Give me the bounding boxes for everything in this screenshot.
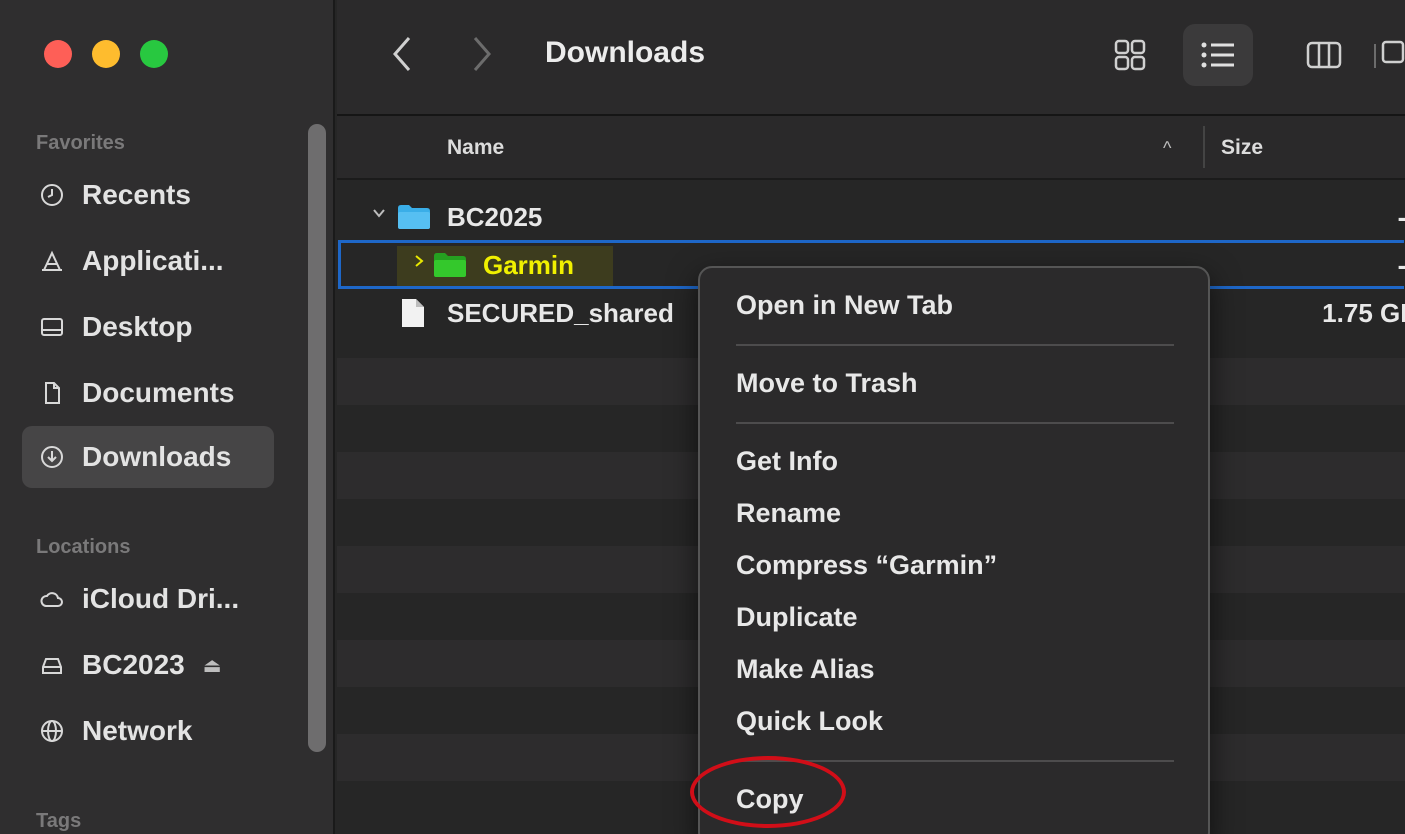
globe-icon: [40, 719, 64, 743]
file-name: SECURED_shared: [447, 298, 674, 328]
file-size: 1.75 GB: [1322, 298, 1405, 328]
column-header: Name ^ Size: [337, 116, 1405, 180]
menu-item-get-info[interactable]: Get Info: [736, 446, 838, 477]
clock-icon: [40, 183, 64, 207]
folder-icon: [397, 204, 431, 235]
window-title: Downloads: [545, 36, 706, 69]
menu-item-move-to-trash[interactable]: Move to Trash: [736, 368, 918, 399]
gallery-view-button[interactable]: [1369, 36, 1405, 76]
menu-item-open-in-new-tab[interactable]: Open in New Tab: [736, 290, 953, 321]
sidebar-item-label: Documents: [82, 377, 235, 408]
menu-item-quick-look[interactable]: Quick Look: [736, 706, 883, 737]
copy-highlight-circle: [690, 756, 846, 828]
menu-item-duplicate[interactable]: Duplicate: [736, 602, 858, 633]
menu-separator: [736, 344, 1174, 346]
finder-window: Favorites Recents Applicati... Desktop D…: [0, 0, 1405, 834]
sidebar-item-bc2023[interactable]: BC2023 ⏏: [22, 634, 274, 696]
file-icon: [401, 298, 425, 333]
document-icon: [40, 381, 64, 405]
applications-icon: [40, 249, 64, 273]
gallery-view-icon: [1374, 40, 1405, 68]
icon-view-button[interactable]: [1095, 24, 1165, 86]
sidebar-section-tags: Tags: [36, 810, 82, 832]
back-button[interactable]: [387, 34, 417, 74]
sidebar: Favorites Recents Applicati... Desktop D…: [0, 0, 335, 834]
chevron-right-icon: [473, 37, 491, 71]
sidebar-item-label: BC2023: [82, 649, 185, 680]
sidebar-section-locations: Locations: [36, 536, 131, 558]
sidebar-item-applications[interactable]: Applicati...: [22, 230, 274, 292]
cloud-icon: [40, 587, 64, 611]
drive-icon: [40, 653, 64, 677]
sidebar-section-favorites: Favorites: [36, 132, 125, 154]
column-view-button[interactable]: [1289, 24, 1359, 86]
sidebar-item-network[interactable]: Network: [22, 700, 274, 762]
sidebar-item-documents[interactable]: Documents: [22, 362, 274, 424]
icon-view-icon: [1114, 39, 1146, 71]
column-header-size[interactable]: Size: [1221, 136, 1263, 160]
sidebar-item-label: Network: [82, 715, 193, 746]
forward-button[interactable]: [467, 34, 497, 74]
desktop-icon: [40, 315, 64, 339]
sort-ascending-icon[interactable]: ^: [1163, 138, 1171, 159]
menu-item-make-alias[interactable]: Make Alias: [736, 654, 875, 685]
sidebar-item-recents[interactable]: Recents: [22, 164, 274, 226]
column-view-icon: [1306, 41, 1342, 69]
sidebar-item-desktop[interactable]: Desktop: [22, 296, 274, 358]
sidebar-item-label: Applicati...: [82, 245, 224, 276]
sidebar-item-label: Recents: [82, 179, 191, 210]
sidebar-item-label: Desktop: [82, 311, 193, 342]
list-view-icon: [1201, 42, 1234, 68]
sidebar-item-icloud-drive[interactable]: iCloud Dri...: [22, 568, 274, 630]
file-size: --: [1398, 202, 1405, 233]
chevron-left-icon: [393, 37, 411, 71]
download-icon: [40, 445, 64, 469]
menu-item-compress[interactable]: Compress “Garmin”: [736, 550, 997, 581]
list-view-button[interactable]: [1183, 24, 1253, 86]
sidebar-item-downloads[interactable]: Downloads: [22, 426, 274, 488]
maximize-window-button[interactable]: [140, 40, 168, 68]
column-divider[interactable]: [1203, 126, 1205, 168]
sidebar-item-label: iCloud Dri...: [82, 583, 240, 614]
column-header-name[interactable]: Name: [447, 136, 504, 160]
menu-separator: [736, 422, 1174, 424]
minimize-window-button[interactable]: [92, 40, 120, 68]
sidebar-scrollbar[interactable]: [308, 124, 326, 752]
toolbar: Downloads: [337, 0, 1405, 116]
menu-item-rename[interactable]: Rename: [736, 498, 841, 529]
close-window-button[interactable]: [44, 40, 72, 68]
eject-icon[interactable]: ⏏: [203, 653, 222, 678]
disclosure-expanded-icon[interactable]: [371, 204, 387, 227]
context-menu: Open in New Tab Move to Trash Get Info R…: [698, 266, 1210, 834]
sidebar-item-label: Downloads: [82, 441, 232, 472]
file-row-bc2025[interactable]: BC2025 --: [337, 194, 1405, 241]
file-name: BC2025: [447, 202, 543, 232]
